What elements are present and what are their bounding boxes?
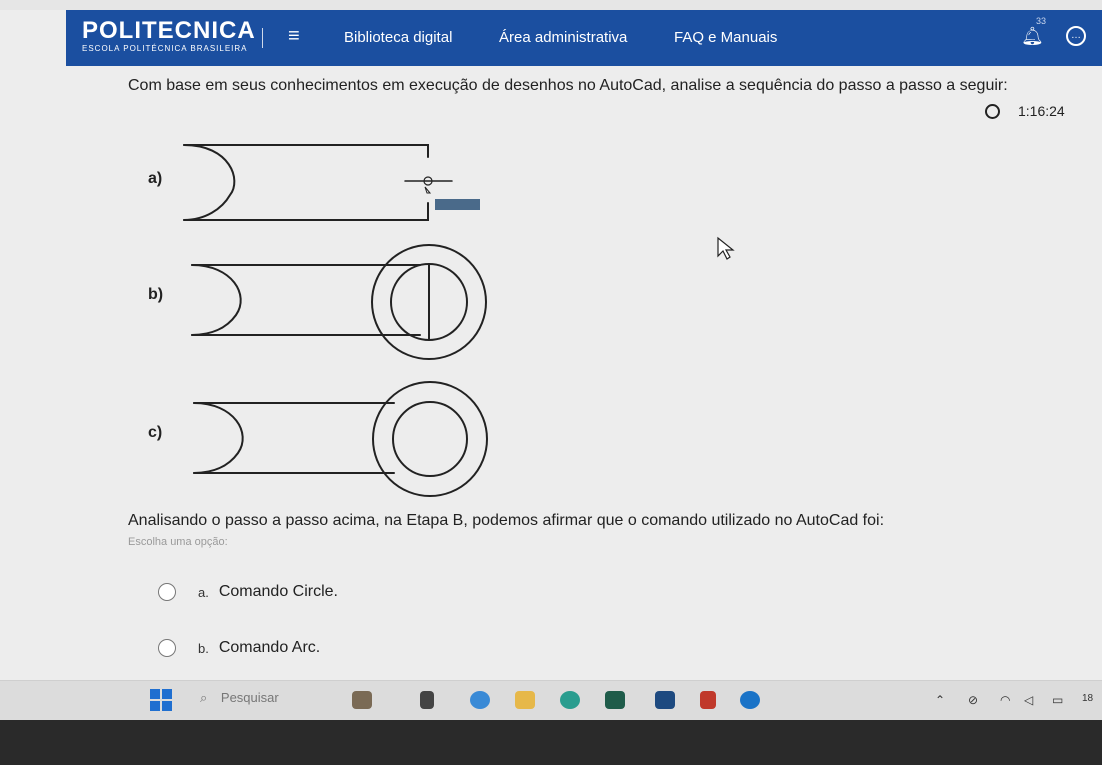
header-divider [262,28,263,48]
volume-icon[interactable]: ◁ [1024,693,1033,707]
taskbar-search-label: Pesquisar [220,690,279,705]
folder-icon[interactable] [515,691,535,709]
copilot-icon[interactable] [470,691,490,709]
notification-count: 33 [1036,16,1047,26]
windows-start-icon[interactable] [150,689,172,711]
taskbar-clock: 18 [1082,693,1094,704]
edge-icon[interactable] [560,691,580,709]
menu-icon[interactable]: ≡ [288,26,300,46]
figure-label-b: b) [148,286,164,303]
nav-area-administrativa[interactable]: Área administrativa [499,29,627,46]
option-b-letter: b. [198,640,209,656]
option-b-radio[interactable] [158,639,176,657]
battery-icon[interactable]: ▭ [1052,693,1063,707]
midpoint-snap-tooltip [435,199,480,210]
chat-icon[interactable]: … [1066,26,1086,46]
clock-icon [985,104,1000,119]
logo[interactable]: POLITECNICA ESCOLA POLITÉCNICA BRASILEIR… [82,18,256,54]
office-icon[interactable] [740,691,760,709]
drawing-step-a [183,144,453,221]
question-text: Com base em seus conhecimentos em execuç… [128,77,1008,94]
wifi-icon[interactable]: ◠ [1000,693,1010,707]
timer: 1:16:24 [1018,103,1065,119]
search-icon: ⌕ [200,690,208,705]
bell-icon[interactable]: 🔔︎ [1021,26,1044,47]
option-a[interactable]: a. Comando Circle. [158,580,338,604]
cad-drawing [183,144,488,497]
taskbar-search[interactable]: ⌕ Pesquisar [200,690,279,706]
figure-label-a: a) [148,170,163,187]
top-strip [0,0,1102,10]
figure-label-c: c) [148,424,163,441]
site-header: POLITECNICA ESCOLA POLITÉCNICA BRASILEIR… [66,10,1102,66]
question-prompt: Analisando o passo a passo acima, na Eta… [128,512,885,529]
widgets-icon[interactable] [352,691,372,709]
store-icon[interactable] [605,691,625,709]
logo-main: POLITECNICA [82,17,256,44]
option-a-label: Comando Circle. [218,583,338,600]
mouse-cursor-icon [717,236,735,260]
file-explorer-icon[interactable] [420,691,434,709]
mcafee-icon[interactable] [700,691,716,709]
screen: POLITECNICA ESCOLA POLITÉCNICA BRASILEIR… [0,0,1102,720]
option-a-letter: a. [198,584,209,600]
tray-chevron-icon[interactable]: ⌃ [935,693,945,707]
drawing-step-c [193,381,488,497]
nav-faq-manuais[interactable]: FAQ e Manuais [674,29,777,46]
nav-biblioteca-digital[interactable]: Biblioteca digital [344,29,452,46]
select-hint: Escolha uma opção: [128,536,228,548]
option-b-label: Comando Arc. [218,639,321,656]
drawing-step-b [191,244,487,360]
tray-status-icon[interactable]: ⊘ [968,693,978,707]
logo-sub: ESCOLA POLITÉCNICA BRASILEIRA [82,44,248,53]
taskbar: ⌕ Pesquisar ⌃ ⊘ ◠ ◁ ▭ 18 [0,680,1102,720]
option-b[interactable]: b. Comando Arc. [158,636,320,660]
app-icon[interactable] [655,691,675,709]
option-a-radio[interactable] [158,583,176,601]
